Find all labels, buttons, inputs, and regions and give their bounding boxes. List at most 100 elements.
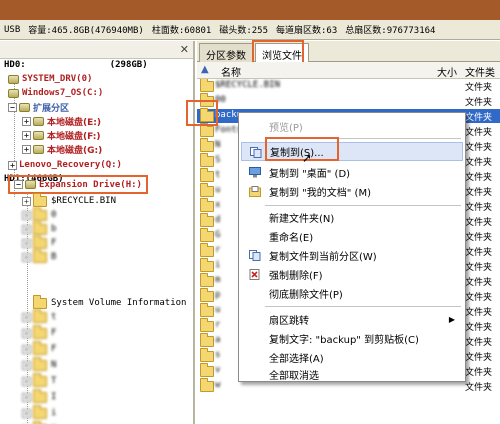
folder-icon [33,294,47,309]
tree-folder[interactable]: + b [22,220,56,236]
tree-partition-g[interactable]: + 本地磁盘(G:) [22,142,102,156]
menu-item-copy-to-documents[interactable]: 复制到 "我的文档" (M) [241,182,463,201]
expand-icon[interactable]: + [22,210,31,220]
folder-label: F [51,238,57,248]
tab-partition-params[interactable]: 分区参数 [199,43,253,62]
menu-item-wipe-delete[interactable]: 彻底删除文件(P) [241,284,463,303]
tree-folder[interactable]: + N [22,356,56,372]
tree-disk-hd0[interactable]: HD0: (298GB) [4,58,148,72]
file-type: 文件夹 [465,383,493,393]
cylinder-count: 柱面数:60801 [151,26,212,36]
tree-folder[interactable]: + T [22,372,56,388]
menu-item-select-all[interactable]: 全部选择(A) [241,348,463,367]
partition-label: SYSTEM_DRV(0) [22,74,93,84]
menu-item-deselect-all[interactable]: 全部取消选 [241,366,463,382]
collapse-icon[interactable]: − [14,180,23,189]
tree-partition-q[interactable]: + Lenovo_Recovery(Q:) [8,158,122,172]
tree-folder[interactable]: + 0 [22,206,57,222]
file-row[interactable]: 00 文件夹 [197,93,500,108]
interface-type: USB [4,24,21,35]
file-type: 文件夹 [465,278,493,288]
expand-icon[interactable]: + [22,408,31,418]
folder-label: 0 [51,210,57,220]
collapse-icon[interactable]: − [8,102,17,112]
folder-label: I [51,392,57,402]
folder-icon [200,228,214,242]
expand-icon[interactable]: + [22,376,31,386]
file-name: u [215,305,221,315]
tree-partition-system[interactable]: SYSTEM_DRV(0) [8,72,92,86]
tree-folder[interactable]: + $RECYCLE.BIN [22,192,116,208]
up-arrow-icon[interactable]: ▲ [201,64,209,75]
disk-tree-pane[interactable]: ✕ HD0: (298GB) SYSTEM_DRV(0) Windows7_OS… [0,41,195,424]
menu-item-copy-to-current[interactable]: 复制文件到当前分区(W) [241,246,463,265]
tree-folder[interactable]: + F [22,324,57,340]
file-row[interactable]: $RECYCLE.BIN 文件夹 [197,79,500,93]
file-type: 文件夹 [465,188,493,198]
menu-item-force-delete[interactable]: 强制删除(F) [241,265,463,284]
file-type: 文件夹 [465,203,493,213]
column-type[interactable]: 文件类 [465,64,495,79]
tree-folder[interactable]: + F [22,340,56,356]
disk-label: HD0: [4,60,26,70]
expand-icon[interactable]: + [8,160,17,170]
menu-item-rename[interactable]: 重命名(E) [241,227,463,246]
tree-folder[interactable]: + i [22,404,56,420]
tree-folder[interactable]: + F [22,234,57,250]
expand-icon[interactable]: + [22,312,31,322]
tree-partition-c[interactable]: Windows7_OS(C:) [8,86,103,100]
file-name: r [215,245,221,255]
expand-icon[interactable]: + [22,328,31,338]
column-name[interactable]: 名称 [221,64,241,79]
tree-extended-partition[interactable]: − 扩展分区 [8,100,69,114]
menu-label: 全部取消选 [269,370,319,382]
expand-icon[interactable]: + [22,238,31,248]
tree-folder[interactable]: + I [22,388,57,404]
close-icon[interactable]: ✕ [180,43,189,56]
partition-label: Lenovo_Recovery(Q:) [19,160,122,170]
folder-icon [200,243,214,257]
folder-label: F [51,328,57,338]
partition-label: Windows7_OS(C:) [22,88,104,98]
folder-icon [33,372,47,387]
menu-item-copy-text[interactable]: 复制文字: "backup" 到剪贴板(C) [241,329,463,348]
folder-icon [200,108,214,122]
tree-partition-e[interactable]: + 本地磁盘(E:) [22,114,101,128]
expand-icon[interactable]: + [22,144,31,154]
file-name: x [215,200,221,210]
menu-item-copy-to[interactable]: 复制到(S)... [241,142,463,161]
expand-icon[interactable]: + [22,252,31,262]
file-type: 文件夹 [465,353,493,363]
file-name: G [215,230,221,240]
file-type: 文件夹 [465,368,493,378]
menu-item-new-folder[interactable]: 新建文件夹(N) [241,208,463,227]
sectors-per-track: 每道扇区数:63 [276,26,338,36]
menu-item-copy-to-desktop[interactable]: 复制到 "桌面" (D) [241,163,463,182]
tree-partition-f[interactable]: + 本地磁盘(F:) [22,128,100,142]
menu-item-preview[interactable]: 预览(P) [241,117,463,136]
menu-label: 复制到(S)... [270,148,324,159]
expand-icon[interactable]: + [22,344,31,354]
mouse-cursor-icon: ➚ [302,151,313,165]
file-type: 文件夹 [465,293,493,303]
tree-folder[interactable]: System Volume Information [33,294,186,310]
tree-folder[interactable]: + t [22,308,56,324]
menu-label: 新建文件夹(N) [269,214,335,225]
file-name: m [215,275,221,285]
folder-icon [200,79,214,92]
tab-browse-files[interactable]: 浏览文件 [255,43,309,63]
menu-item-sector-jump[interactable]: 扇区跳转 ▶ [241,310,463,329]
tree-folder[interactable]: + B [22,248,56,264]
expand-icon[interactable]: + [22,116,31,126]
column-size[interactable]: 大小 [437,64,457,79]
folder-icon [33,192,47,207]
file-name: v [215,365,221,375]
expand-icon[interactable]: + [22,392,31,402]
copy-icon [249,250,261,261]
expand-icon[interactable]: + [22,360,31,370]
expand-icon[interactable]: + [22,224,31,234]
partition-label: 本地磁盘(E:) [47,117,101,128]
tree-expansion-drive[interactable]: − Expansion Drive(H:) [8,175,148,194]
expand-icon[interactable]: + [22,130,31,140]
expand-icon[interactable]: + [22,196,31,206]
